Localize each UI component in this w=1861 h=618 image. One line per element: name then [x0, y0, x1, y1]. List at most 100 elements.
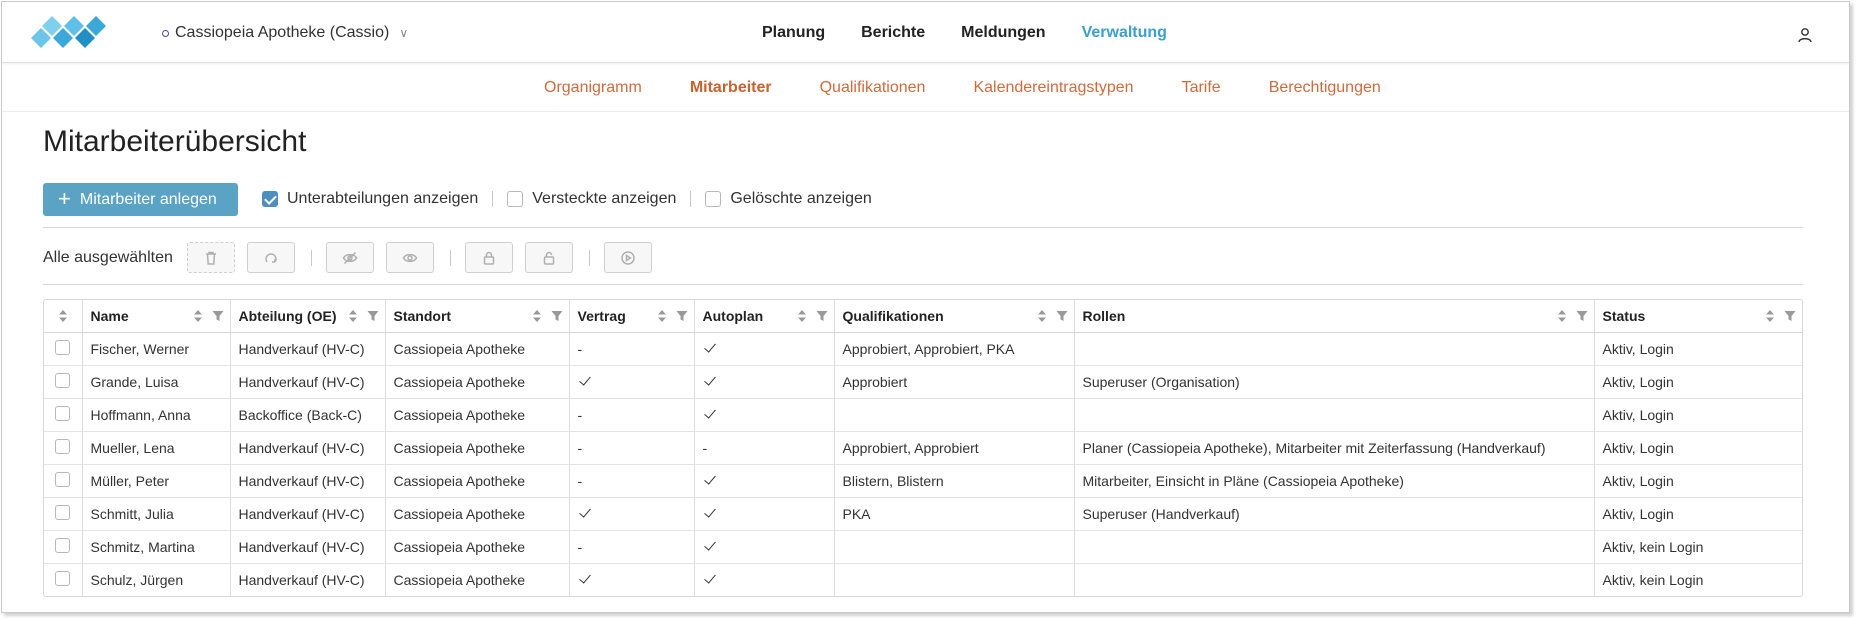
sort-icon[interactable]: [57, 309, 69, 323]
cell-autoplan: [694, 464, 835, 498]
column-header-name[interactable]: Name: [82, 300, 231, 333]
row-checkbox[interactable]: [55, 504, 71, 520]
restore-selected-button[interactable]: [246, 242, 295, 273]
column-header-autoplan[interactable]: Autoplan: [694, 300, 835, 333]
tab-organigramm[interactable]: Organigramm: [544, 79, 642, 97]
table-header-row: Name Abteilung (OE) Standort Vertrag Aut…: [44, 300, 1802, 333]
sort-icon[interactable]: [1036, 309, 1048, 323]
chevron-down-icon: ∨: [399, 26, 409, 40]
sort-icon[interactable]: [347, 309, 359, 323]
cell-location: Cassiopeia Apotheke: [385, 431, 570, 465]
divider: [310, 249, 312, 266]
table-row[interactable]: Müller, Peter Handverkauf (HV-C) Cassiopei…: [44, 464, 1802, 498]
cell-autoplan: [694, 365, 835, 399]
cell-location: Cassiopeia Apotheke: [385, 398, 570, 432]
divider: [449, 249, 451, 266]
cell-department: Handverkauf (HV-C): [230, 332, 386, 366]
sort-icon[interactable]: [1556, 309, 1568, 323]
app-logo[interactable]: [30, 14, 112, 52]
organization-selector[interactable]: Cassiopeia Apotheke (Cassio) ∨: [162, 24, 408, 42]
sort-icon[interactable]: [796, 309, 808, 323]
nav-verwaltung[interactable]: Verwaltung: [1082, 24, 1167, 42]
column-header-contract[interactable]: Vertrag: [569, 300, 695, 333]
subdepartments-checkbox[interactable]: [262, 191, 278, 207]
sort-icon[interactable]: [656, 309, 668, 323]
table-row[interactable]: Schmitz, Martina Handverkauf (HV-C) Cassio…: [44, 530, 1802, 564]
cell-status: Aktiv, Login: [1594, 365, 1802, 399]
filter-deleted[interactable]: Gelöschte anzeigen: [705, 190, 872, 208]
row-checkbox[interactable]: [55, 372, 71, 388]
filter-icon[interactable]: [1576, 309, 1588, 323]
add-employee-button[interactable]: + Mitarbeiter anlegen: [43, 183, 238, 216]
row-checkbox[interactable]: [55, 438, 71, 454]
select-column-header[interactable]: [44, 300, 83, 333]
row-select-cell: [44, 332, 83, 366]
nav-planung[interactable]: Planung: [762, 24, 825, 42]
table-row[interactable]: Schmitt, Julia Handverkauf (HV-C) Cassiope…: [44, 497, 1802, 531]
column-header-roles[interactable]: Rollen: [1074, 300, 1595, 333]
tab-qualifikationen[interactable]: Qualifikationen: [820, 79, 926, 97]
hide-selected-button[interactable]: [325, 242, 374, 273]
sort-icon[interactable]: [192, 309, 204, 323]
cell-location: Cassiopeia Apotheke: [385, 464, 570, 498]
sort-icon[interactable]: [1764, 309, 1776, 323]
row-select-cell: [44, 464, 83, 498]
cell-qualifications: Approbiert, Approbiert: [834, 431, 1075, 465]
filter-subdepartments[interactable]: Unterabteilungen anzeigen: [262, 190, 478, 208]
table-row[interactable]: Fischer, Werner Handverkauf (HV-C) Cassiop…: [44, 332, 1802, 366]
table-row[interactable]: Hoffmann, Anna Backoffice (Back-C) Cassiop…: [44, 398, 1802, 432]
column-header-location[interactable]: Standort: [385, 300, 570, 333]
sort-icon[interactable]: [531, 309, 543, 323]
check-icon: [703, 471, 716, 485]
nav-meldungen[interactable]: Meldungen: [961, 24, 1045, 42]
hidden-checkbox[interactable]: [507, 191, 524, 207]
filter-icon[interactable]: [816, 309, 828, 323]
column-header-qualifications[interactable]: Qualifikationen: [834, 300, 1075, 333]
divider: [492, 191, 494, 207]
org-status-dot: [162, 29, 169, 37]
user-icon[interactable]: [1797, 27, 1813, 43]
cell-department: Handverkauf (HV-C): [230, 530, 386, 564]
cell-contract: -: [569, 398, 695, 432]
filter-icon[interactable]: [1784, 309, 1796, 323]
filter-icon[interactable]: [676, 309, 688, 323]
cell-location: Cassiopeia Apotheke: [385, 563, 570, 596]
column-header-status[interactable]: Status: [1594, 300, 1802, 333]
cell-name: Grande, Luisa: [82, 365, 231, 399]
filter-hidden[interactable]: Versteckte anzeigen: [507, 190, 676, 208]
lock-icon: [483, 251, 495, 265]
tab-kalendereintragstypen[interactable]: Kalendereintragstypen: [973, 79, 1133, 97]
row-checkbox[interactable]: [55, 537, 71, 553]
filter-icon[interactable]: [1056, 309, 1068, 323]
table-row[interactable]: Grande, Luisa Handverkauf (HV-C) Cassiopei…: [44, 365, 1802, 399]
filter-icon[interactable]: [551, 309, 563, 323]
divider: [43, 227, 1803, 228]
column-header-department[interactable]: Abteilung (OE): [230, 300, 386, 333]
row-checkbox[interactable]: [55, 405, 71, 421]
check-icon: [703, 405, 716, 419]
tab-tarife[interactable]: Tarife: [1182, 79, 1221, 97]
filter-icon[interactable]: [367, 309, 379, 323]
filter-deleted-label: Gelöschte anzeigen: [730, 190, 872, 207]
show-selected-button[interactable]: [385, 242, 434, 273]
table-row[interactable]: Schulz, Jürgen Handverkauf (HV-C) Cassiope…: [44, 563, 1802, 596]
row-checkbox[interactable]: [55, 339, 71, 355]
tab-mitarbeiter[interactable]: Mitarbeiter: [690, 79, 772, 97]
delete-selected-button[interactable]: [186, 242, 235, 273]
tab-berechtigungen[interactable]: Berechtigungen: [1269, 79, 1381, 97]
unlock-selected-button[interactable]: [524, 242, 573, 273]
lock-selected-button[interactable]: [464, 242, 513, 273]
play-selected-button[interactable]: [603, 242, 652, 273]
restore-icon: [265, 252, 277, 263]
cell-contract: -: [569, 431, 695, 465]
table-row[interactable]: Mueller, Lena Handverkauf (HV-C) Cassiopei…: [44, 431, 1802, 465]
cell-roles: Planer (Cassiopeia Apotheke), Mitarbeite…: [1074, 431, 1595, 465]
nav-berichte[interactable]: Berichte: [861, 24, 925, 42]
row-checkbox[interactable]: [55, 570, 71, 586]
cell-qualifications: [834, 530, 1075, 564]
cell-qualifications: [834, 563, 1075, 596]
filter-icon[interactable]: [212, 309, 224, 323]
deleted-checkbox[interactable]: [705, 191, 722, 207]
trash-icon: [205, 251, 216, 265]
row-checkbox[interactable]: [55, 471, 71, 487]
